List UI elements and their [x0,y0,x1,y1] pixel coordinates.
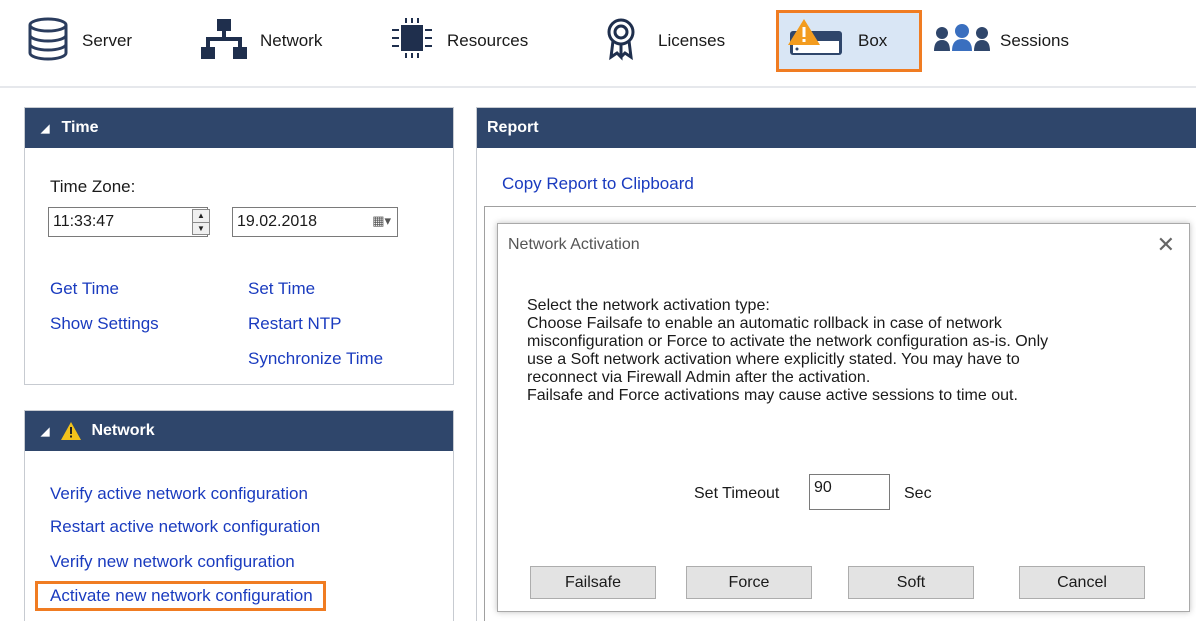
toolbar-resources[interactable]: Resources [385,10,528,72]
set-time-link[interactable]: Set Time [248,279,315,299]
box-warning-icon [786,17,844,66]
verify-active-network-link[interactable]: Verify active network configuration [50,484,308,504]
calendar-dropdown-icon[interactable]: ▦▾ [372,213,391,229]
toolbar-licenses[interactable]: Licenses [606,10,725,72]
users-icon [932,17,996,66]
time-panel: ◢ Time Time Zone: 11:33:47 ▲ ▼ 19.02.201… [24,107,454,385]
network-panel-header[interactable]: ◢ Network [25,411,453,451]
time-panel-header[interactable]: ◢ Time [25,108,453,148]
time-input-value: 11:33:47 [53,213,115,230]
dialog-message-line: Failsafe and Force activations may cause… [527,387,1018,404]
dialog-message-line: use a Soft network activation where expl… [527,351,1020,368]
activate-new-network-link[interactable]: Activate new network configuration [35,581,326,611]
collapse-triangle-icon: ◢ [41,425,50,438]
date-input-value: 19.02.2018 [237,213,318,230]
timeout-label: Set Timeout [694,485,780,502]
toolbar-divider [0,86,1196,88]
chip-icon [385,17,441,66]
spin-up-icon[interactable]: ▲ [193,210,209,222]
report-panel-header: Report [477,108,1196,148]
dialog-message-line: misconfiguration or Force to activate th… [527,333,1049,350]
dialog-message-line: Choose Failsafe to enable an automatic r… [527,315,1002,332]
close-icon[interactable]: ✕ [1157,232,1175,258]
timeout-input-value: 90 [814,479,832,496]
network-panel: ◢ Network Verify active network configur… [24,410,454,621]
soft-button[interactable]: Soft [848,566,974,599]
force-button[interactable]: Force [686,566,812,599]
timezone-label: Time Zone: [50,177,136,196]
dialog-message-line: reconnect via Firewall Admin after the a… [527,369,871,386]
verify-new-network-link[interactable]: Verify new network configuration [50,552,295,572]
cancel-button[interactable]: Cancel [1019,566,1145,599]
toolbar-sessions[interactable]: Sessions [932,10,1069,72]
get-time-link[interactable]: Get Time [50,279,119,299]
network-icon [200,17,248,66]
copy-report-link[interactable]: Copy Report to Clipboard [502,174,694,194]
timeout-unit: Sec [904,485,932,502]
toolbar-sessions-label: Sessions [1000,31,1069,50]
network-panel-title: Network [91,422,155,439]
failsafe-button[interactable]: Failsafe [530,566,656,599]
time-spinner[interactable]: ▲ ▼ [192,209,210,235]
restart-active-network-link[interactable]: Restart active network configuration [50,517,320,537]
dialog-title: Network Activation [508,236,640,253]
dialog-message: Select the network activation type: Choo… [527,297,1157,405]
database-icon [26,17,70,66]
toolbar-server[interactable]: Server [26,10,132,72]
certificate-icon [606,17,636,66]
report-panel-title: Report [487,119,539,136]
warning-icon [61,422,82,440]
collapse-triangle-icon: ◢ [41,122,50,135]
toolbar-resources-label: Resources [447,31,529,50]
toolbar-licenses-label: Licenses [658,31,726,50]
time-input[interactable]: 11:33:47 [48,207,208,237]
date-input[interactable]: 19.02.2018 ▦▾ [232,207,398,237]
timeout-input[interactable]: 90 [809,474,890,510]
toolbar-server-label: Server [82,31,133,50]
synchronize-time-link[interactable]: Synchronize Time [248,349,383,369]
toolbar-box-label: Box [858,31,888,50]
dialog-message-line: Select the network activation type: [527,297,770,314]
toolbar-network[interactable]: Network [200,10,322,72]
time-panel-title: Time [61,119,99,136]
spin-down-icon[interactable]: ▼ [193,222,209,234]
toolbar-network-label: Network [260,31,323,50]
toolbar-box[interactable]: Box [776,10,922,72]
main-toolbar: Server Network Resources Licenses Box Se… [0,0,1196,82]
network-activation-dialog: Network Activation ✕ Select the network … [497,223,1190,612]
show-settings-link[interactable]: Show Settings [50,314,159,334]
restart-ntp-link[interactable]: Restart NTP [248,314,342,334]
